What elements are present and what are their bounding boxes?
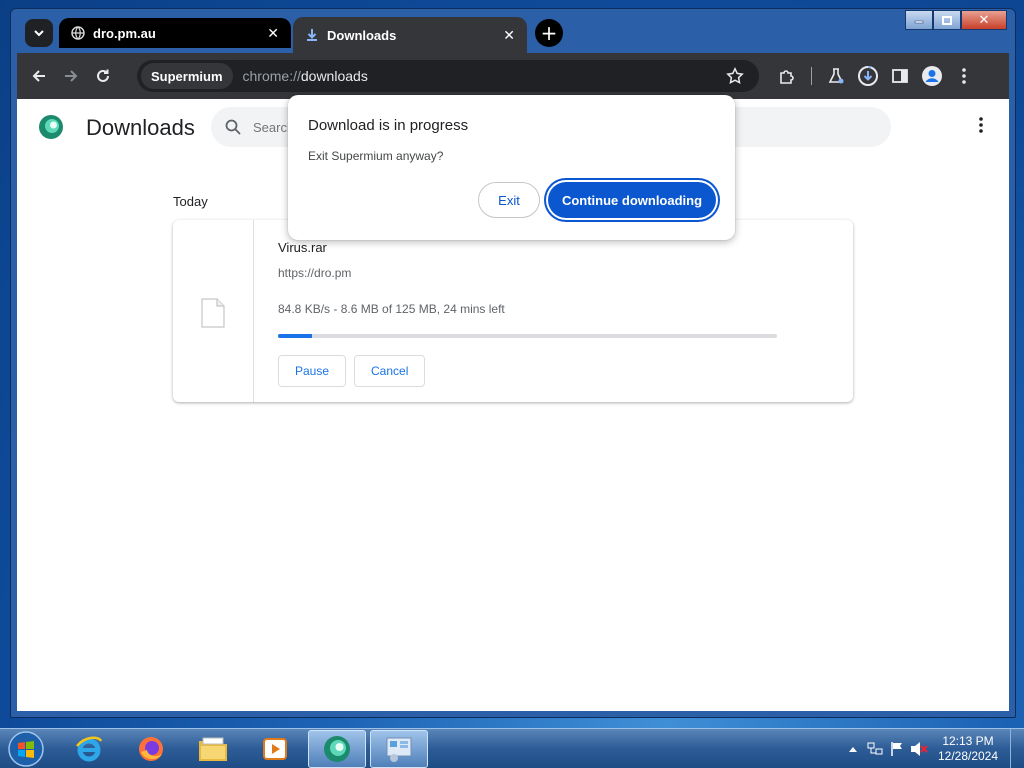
tab-close-icon[interactable]: ✕ [267,25,279,42]
tab-title: Downloads [327,27,397,43]
download-progress-bar [278,334,777,338]
system-tray: 12:13 PM 12/28/2024 [842,729,1024,768]
progress-fill [278,334,313,338]
downloads-button[interactable] [852,60,884,92]
taskbar-control-panel[interactable] [370,730,428,768]
close-icon: ✕ [978,12,990,28]
minimize-button[interactable] [905,10,933,30]
more-vertical-icon [979,117,983,133]
search-icon [225,119,241,135]
date-section-label: Today [173,194,208,209]
source-url[interactable]: https://dro.pm [278,266,351,280]
file-name[interactable]: Virus.rar [278,240,327,255]
media-player-icon [263,738,287,760]
network-tray-button[interactable] [864,738,886,760]
side-panel-icon [892,69,908,83]
clock-date: 12/28/2024 [937,749,999,763]
dialog-title: Download is in progress [308,117,469,134]
file-explorer-icon [199,737,227,761]
browser-menu-button[interactable] [948,60,980,92]
show-desktop-button[interactable] [1010,729,1024,768]
more-vertical-icon [962,68,966,84]
flask-icon [828,68,844,84]
extensions-button[interactable] [771,60,803,92]
puzzle-icon [780,70,794,84]
file-icon [201,298,225,328]
side-panel-button[interactable] [884,60,916,92]
star-icon [726,67,744,84]
reload-icon [97,69,109,82]
taskbar-firefox[interactable] [122,730,180,768]
file-icon-column [173,220,254,402]
bookmark-button[interactable] [719,60,751,92]
back-button[interactable] [23,60,55,92]
show-hidden-icons-button[interactable] [842,738,864,760]
download-item-card: Virus.rar https://dro.pm 84.8 KB/s - 8.6… [173,220,853,402]
download-status: 84.8 KB/s - 8.6 MB of 125 MB, 24 mins le… [278,302,505,316]
network-icon [867,742,883,755]
flag-icon [891,742,902,756]
reload-button[interactable] [87,60,119,92]
close-window-button[interactable]: ✕ [961,10,1007,30]
url-scheme: chrome:// [242,68,301,84]
firefox-icon [139,737,163,761]
browser-toolbar: Supermium chrome://downloads [17,53,1009,99]
taskbar-media-player[interactable] [246,730,304,768]
exit-button[interactable]: Exit [478,182,540,218]
supermium-logo-icon [37,113,65,145]
maximize-icon [942,15,952,25]
download-icon [307,29,317,41]
action-center-tray-button[interactable] [886,738,908,760]
url-text[interactable]: chrome://downloads [243,68,368,84]
tab-title: dro.pm.au [93,25,156,41]
toolbar-actions [771,60,980,92]
page-menu-button[interactable] [979,117,983,137]
tab-downloads[interactable]: Downloads ✕ [293,17,527,53]
internet-explorer-icon [76,736,103,762]
continue-downloading-button[interactable]: Continue downloading [548,182,716,218]
tab-search-button[interactable] [25,19,53,47]
globe-icon [71,26,85,40]
taskbar-clock[interactable]: 12:13 PM 12/28/2024 [930,734,1006,764]
profile-button[interactable] [916,60,948,92]
arrow-left-icon [32,70,45,82]
profile-avatar-icon [922,66,942,86]
tab-strip: dro.pm.au ✕ Downloads ✕ + ✕ [17,9,1009,53]
chevron-up-icon [849,747,857,752]
clock-time: 12:13 PM [942,734,994,748]
taskbar-supermium[interactable] [308,730,366,768]
taskbar-internet-explorer[interactable] [60,730,118,768]
windows-logo-icon [8,731,44,767]
address-bar[interactable]: Supermium chrome://downloads [137,60,759,92]
supermium-icon [324,736,350,762]
site-chip[interactable]: Supermium [141,63,233,89]
cancel-button[interactable]: Cancel [354,355,426,387]
arrow-right-icon [65,70,78,82]
minimize-icon [914,20,924,24]
taskbar-file-explorer[interactable] [184,730,242,768]
tab-close-icon[interactable]: ✕ [503,27,515,44]
toolbar-divider [811,67,812,85]
windows-taskbar: 12:13 PM 12/28/2024 [0,728,1024,768]
url-host: downloads [300,68,368,84]
new-tab-button[interactable]: + [535,19,563,47]
dialog-message: Exit Supermium anyway? [308,149,444,163]
start-button[interactable] [4,730,48,768]
chevron-down-icon [34,30,44,37]
speaker-muted-icon [911,742,928,756]
plus-icon: + [540,21,558,45]
page-title: Downloads [86,115,195,140]
download-progress-icon [858,65,878,86]
exit-confirmation-dialog: Download is in progress Exit Supermium a… [288,95,735,240]
window-controls: ✕ [905,10,1007,30]
forward-button[interactable] [55,60,87,92]
labs-button[interactable] [820,60,852,92]
volume-tray-button[interactable] [908,738,930,760]
control-panel-icon [386,737,412,762]
pause-button[interactable]: Pause [278,355,347,387]
maximize-button[interactable] [933,10,961,30]
tab-dro-pm[interactable]: dro.pm.au ✕ [59,18,291,48]
